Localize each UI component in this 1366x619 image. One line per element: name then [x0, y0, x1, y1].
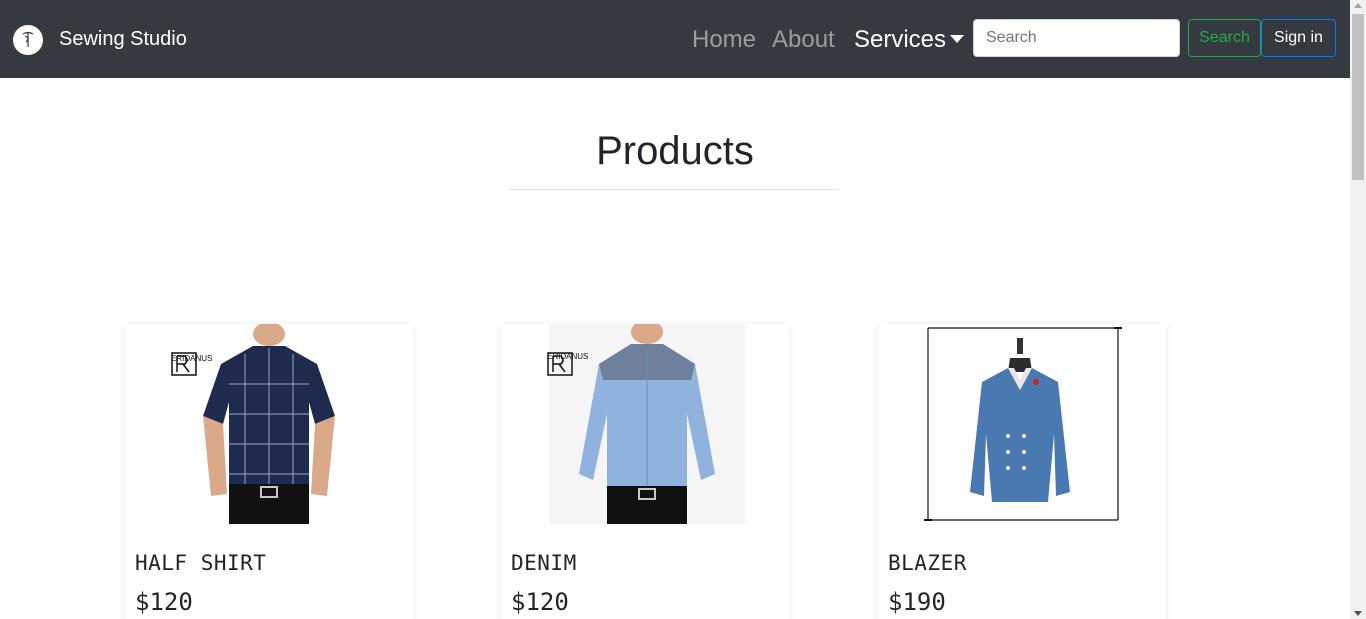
product-card[interactable]: ERIDANUS DENIM $120	[501, 324, 789, 619]
vertical-scrollbar[interactable]	[1350, 0, 1366, 619]
sign-in-button[interactable]: Sign in	[1261, 19, 1336, 57]
nav-services-dropdown[interactable]: Services	[854, 25, 946, 55]
half-shirt-illustration	[203, 324, 335, 524]
brand-name[interactable]: Sewing Studio	[59, 27, 187, 51]
product-price: $190	[888, 588, 946, 616]
product-title: BLAZER	[888, 551, 967, 575]
product-image[interactable]: ERIDANUS	[125, 324, 413, 524]
navbar: Sewing Studio Home About Services Search…	[0, 0, 1350, 78]
caret-down-icon[interactable]	[950, 35, 964, 43]
product-price: $120	[511, 588, 569, 616]
page-title: Products	[596, 129, 754, 173]
nav-about-link[interactable]: About	[772, 25, 835, 55]
nav-home-link[interactable]: Home	[692, 25, 756, 55]
product-card[interactable]: ERIDANUS HALF SHIRT $120	[125, 324, 413, 619]
brand-logo-icon[interactable]	[13, 25, 43, 55]
heading-divider	[509, 189, 839, 190]
scrollbar-thumb[interactable]	[1352, 14, 1364, 180]
product-price: $120	[135, 588, 193, 616]
blazer-illustration	[924, 327, 1122, 521]
product-title: DENIM	[511, 551, 577, 575]
search-button[interactable]: Search	[1188, 19, 1261, 57]
scroll-up-arrow-icon[interactable]	[1354, 3, 1362, 8]
product-image[interactable]	[878, 324, 1166, 524]
denim-shirt-illustration	[549, 324, 745, 524]
product-card[interactable]: BLAZER $190	[878, 324, 1166, 619]
search-input[interactable]	[973, 19, 1180, 57]
brand-logo-text: ERIDANUS	[547, 352, 589, 361]
brand-logo-text: ERIDANUS	[171, 354, 213, 363]
page: Sewing Studio Home About Services Search…	[0, 0, 1366, 619]
product-image[interactable]: ERIDANUS	[501, 324, 789, 524]
scroll-down-arrow-icon[interactable]	[1354, 611, 1362, 616]
product-title: HALF SHIRT	[135, 551, 267, 575]
